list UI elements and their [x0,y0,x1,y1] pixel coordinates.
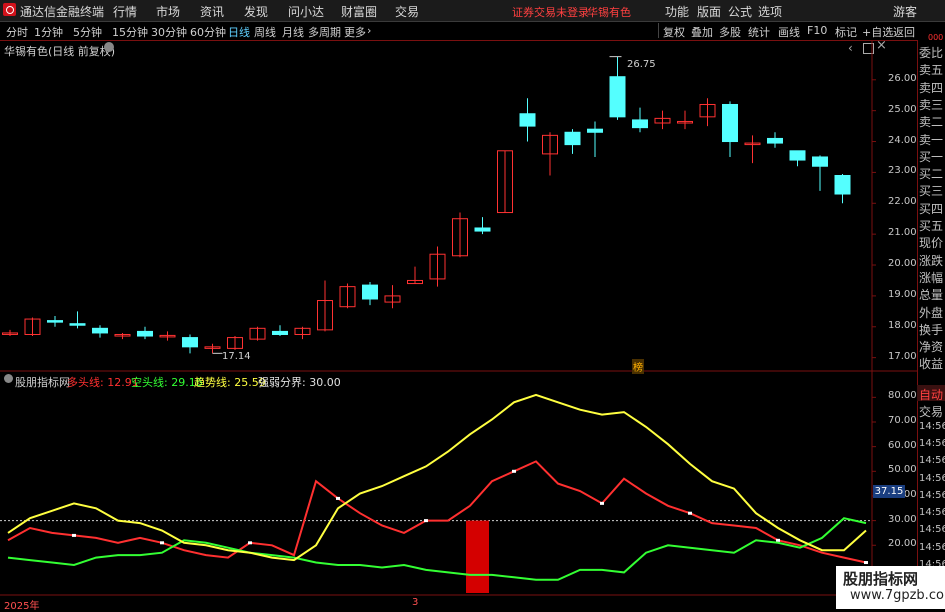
date-label-month: 3 [412,597,419,608]
indicator-series-line [7,393,867,562]
candle-body [632,119,648,129]
bear-line-label: 空头线: 29.16 [131,376,203,389]
price-tick-label: 25.00 [888,103,917,115]
kline-chart[interactable] [0,0,945,609]
series-marker [336,496,340,500]
candle-body [137,330,153,337]
price-tick-label: 23.00 [888,165,917,177]
indicator-series-line [7,460,867,564]
indicator-tick-label: 70.00 [888,414,917,426]
indicator-current-value: 37.15 [873,485,905,498]
price-tick-label: 24.00 [888,134,917,146]
indicator-series-line [7,517,867,581]
low-price-label: 17.14 [222,351,251,362]
series-marker [72,533,76,537]
price-tick-label: 21.00 [888,227,917,239]
candle-body [69,323,86,326]
candle-body [564,131,581,146]
candle-body [812,156,828,167]
bull-line-label: 多头线: 12.91 [67,376,139,389]
price-tick-label: 19.00 [888,288,917,300]
candle-body [767,137,783,144]
candle-body [272,330,288,335]
date-label-year: 2025年 [4,601,40,612]
candle-body [474,227,491,232]
candle-body [47,320,63,323]
indicator-tick-label: 50.00 [888,464,917,476]
watermark-url: www.7gpzb.com [850,588,945,603]
indicator-tick-label: 20.00 [888,538,917,550]
candle-body [609,76,626,118]
price-tick-label: 18.00 [888,319,917,331]
price-tick-label: 20.00 [888,258,917,270]
threshold-line-label: 强弱分界: 30.00 [258,376,341,389]
indicator-name: 股朋指标网 [15,376,70,389]
price-tick-label: 26.00 [888,72,917,84]
candle-body [362,284,378,300]
indicator-tick-label: 80.00 [888,390,917,402]
series-marker [688,511,692,515]
price-tick-label: 22.00 [888,196,917,208]
series-marker [600,501,604,505]
series-marker [512,469,516,473]
candle-body [834,174,851,195]
watermark-title: 股朋指标网 [843,570,919,588]
series-marker [160,541,164,545]
series-marker [864,561,868,565]
candle-body [789,150,806,161]
candle-body [519,113,536,127]
candle-body [722,103,738,143]
ranking-marker[interactable]: 榜 [632,359,644,374]
series-marker [424,519,428,523]
candle-body [92,327,108,334]
candle-body [182,337,198,348]
series-marker [248,541,252,545]
trend-line-label: 趋势线: 25.59 [194,376,266,389]
indicator-tick-label: 30.00 [888,513,917,525]
candle-body [587,128,603,133]
series-marker [776,538,780,542]
high-price-label: 26.75 [627,59,656,70]
signal-bar [466,520,489,593]
price-tick-label: 17.00 [888,350,917,362]
indicator-tick-label: 60.00 [888,439,917,451]
indicator-settings-icon[interactable] [4,374,13,383]
